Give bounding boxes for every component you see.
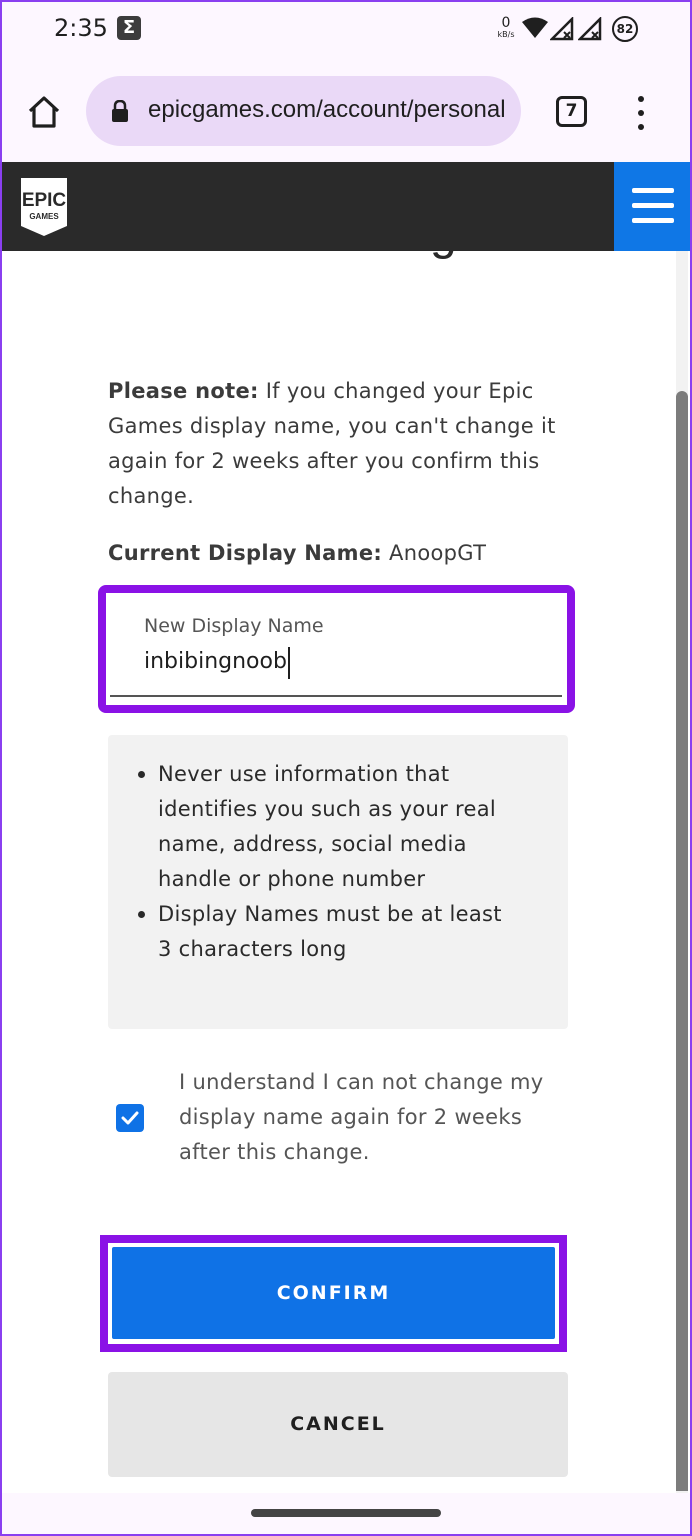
agreement-checkbox[interactable] (116, 1104, 144, 1132)
note-label: Please note: (108, 379, 259, 403)
cancel-button[interactable]: CANCEL (108, 1372, 568, 1477)
signal-icon-2 (578, 17, 602, 41)
status-time: 2:35 (54, 14, 108, 42)
hamburger-menu-icon[interactable] (614, 162, 692, 251)
agreement-text: I understand I can not change my display… (179, 1070, 544, 1164)
address-bar[interactable]: epicgames.com/account/personal (86, 76, 521, 146)
logo-top-text: EPIC (22, 190, 67, 211)
site-header: EPIC GAMES (0, 162, 692, 251)
new-display-name-input[interactable]: New Display Name inbibingnoob (110, 597, 562, 697)
main-content: name change Please note: If you changed … (0, 251, 692, 1493)
new-display-name-label: New Display Name (144, 615, 324, 637)
scrollbar-thumb[interactable] (676, 391, 688, 1491)
display-name-rules: Never use information that identifies yo… (108, 735, 568, 1029)
wifi-icon (522, 17, 548, 38)
current-display-name: Current Display Name: AnoopGT (108, 541, 486, 565)
new-display-name-value[interactable]: inbibingnoob (144, 647, 290, 679)
status-bar: 2:35 Σ 0 kB/s 82 (0, 0, 692, 60)
lock-icon (112, 100, 128, 122)
home-icon[interactable] (26, 94, 62, 130)
please-note-text: Please note: If you changed your Epic Ga… (108, 374, 578, 514)
confirm-button[interactable]: CONFIRM (112, 1247, 555, 1339)
sigma-icon: Σ (117, 16, 141, 40)
rule-item: Never use information that identifies yo… (138, 757, 508, 897)
current-name-label: Current Display Name: (108, 541, 383, 565)
browser-toolbar: epicgames.com/account/personal 7 (0, 60, 692, 162)
current-name-value: AnoopGT (382, 541, 487, 565)
epic-games-logo[interactable]: EPIC GAMES (18, 176, 70, 238)
more-vert-icon[interactable] (629, 96, 653, 130)
rules-list: Never use information that identifies yo… (138, 757, 508, 967)
battery-indicator: 82 (612, 16, 638, 42)
network-speed: 0 kB/s (491, 16, 521, 40)
url-text: epicgames.com/account/personal (148, 96, 506, 123)
system-nav-bar (0, 1493, 692, 1536)
signal-icon (550, 17, 574, 41)
page-title: name change (0, 251, 676, 261)
tab-switcher-button[interactable]: 7 (556, 96, 587, 127)
logo-bottom-text: GAMES (29, 212, 59, 221)
rule-item: Display Names must be at least 3 charact… (138, 897, 508, 967)
network-speed-value: 0 (501, 15, 511, 31)
home-gesture-handle[interactable] (251, 1509, 441, 1517)
checkmark-icon (121, 1111, 139, 1125)
network-speed-unit: kB/s (497, 30, 515, 39)
